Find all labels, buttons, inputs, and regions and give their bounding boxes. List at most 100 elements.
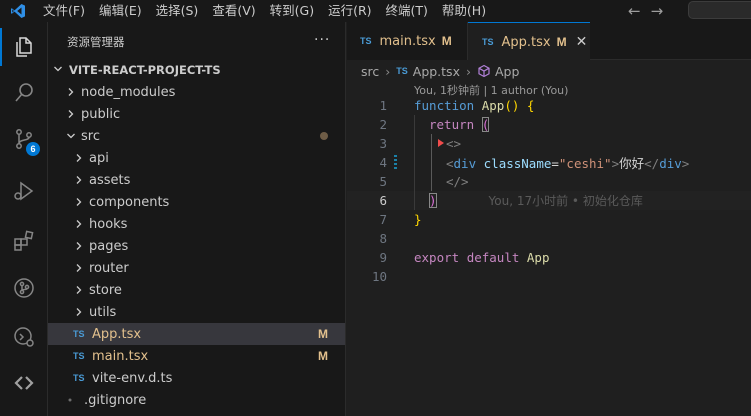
codelens-blame[interactable]: You, 1秒钟前 | 1 author (You) [414,82,568,97]
breadcrumb-symbol[interactable]: App [495,64,519,79]
keyword: export [414,250,460,265]
tree-label: assets [89,172,131,188]
line-number: 4 [379,155,387,170]
function-name: App [481,98,505,113]
menu-item[interactable]: 转到(G) [263,0,321,22]
tree-label: public [81,106,121,122]
tree-label: node_modules [81,84,176,100]
modified-badge: M [556,35,567,49]
inline-blame: You, 17小时前 • 初始化仓库 [488,194,643,208]
file-icon [65,395,81,405]
tag-bracket: > [611,156,620,171]
activity-bar: 6 [0,22,48,416]
code-line[interactable]: 4 <div className="ceshi">你好</div> [347,153,751,172]
run-debug-icon[interactable] [0,168,48,214]
menu-item[interactable]: 文件(F) [36,0,92,22]
search-icon[interactable] [0,70,48,116]
chevron-right-icon [73,263,85,273]
tree-folder[interactable]: store [48,279,345,301]
code-editor[interactable]: You, 1秒钟前 | 1 author (You) 1 function Ap… [347,82,751,416]
tag-name: div [659,156,682,171]
line-number: 10 [371,269,387,284]
project-root[interactable]: VITE-REACT-PROJECT-TS [48,59,345,81]
breadcrumb-file[interactable]: App.tsx [413,64,460,79]
code-line[interactable]: 2 return ( [347,115,751,147]
menu-item[interactable]: 编辑(E) [92,0,149,22]
tree-file[interactable]: TS App.tsx M [48,323,345,345]
tag-name: div [453,156,477,171]
tree-folder[interactable]: public [48,103,345,125]
remote-explorer-icon[interactable] [0,314,48,360]
tree-folder[interactable]: utils [48,301,345,323]
tab-app-tsx[interactable]: TS App.tsx M ✕ [468,22,590,61]
tag-bracket: < [446,156,454,171]
menu-item[interactable]: 选择(S) [149,0,206,22]
tree-folder[interactable]: components [48,191,345,213]
tree-label: src [81,128,100,144]
code-line[interactable]: 10 [347,267,751,286]
line-number: 7 [379,212,387,227]
typescript-file-icon: TS [396,66,408,76]
chevron-right-icon [65,87,77,97]
tree-file[interactable]: TS vite-env.d.ts [48,367,345,389]
code-line[interactable]: 8 [347,229,751,248]
tree-folder[interactable]: assets [48,169,345,191]
modified-badge: M [318,349,328,363]
tree-label: vite-env.d.ts [92,370,173,386]
more-actions-icon[interactable]: ··· [314,32,330,48]
menu-item[interactable]: 帮助(H) [435,0,493,22]
indent-guide [431,134,432,191]
tree-label: hooks [89,216,128,232]
keyword: return [429,117,475,132]
code-line[interactable]: 1 function App() { [347,96,751,115]
close-icon[interactable]: ✕ [576,34,588,50]
navigation-controls: ← → [628,0,663,22]
command-center[interactable] [688,1,751,19]
menu-item[interactable]: 运行(R) [321,0,378,22]
keyword: default [466,250,520,265]
source-control-badge: 6 [26,142,40,156]
chevron-right-icon [73,307,85,317]
forward-arrow-icon[interactable]: → [651,2,664,20]
code-line-current[interactable]: 6 ) You, 17小时前 • 初始化仓库 [347,191,751,210]
code-line[interactable]: 3 <> [347,134,751,153]
code-line[interactable]: 5 </> [347,172,751,191]
source-control-icon[interactable]: 6 [0,116,48,162]
tab-main-tsx[interactable]: TS main.tsx M [347,22,468,60]
chevron-right-icon [73,219,85,229]
indent-guide [414,115,415,210]
menu-item[interactable]: 终端(T) [379,0,435,22]
line-number: 6 [379,193,387,208]
menu-item[interactable]: 查看(V) [205,0,262,22]
tree-folder[interactable]: api [48,147,345,169]
modified-dot-icon [320,132,328,140]
remote-code-icon[interactable] [0,360,48,406]
tree-label: App.tsx [92,326,142,342]
tree-label: api [89,150,109,166]
line-number: 2 [379,117,387,132]
back-arrow-icon[interactable]: ← [628,2,641,20]
breadcrumb-folder[interactable]: src [361,64,379,79]
explorer-icon[interactable] [0,24,48,70]
tree-folder[interactable]: pages [48,235,345,257]
tree-file[interactable]: .gitignore [48,389,345,411]
tree-folder[interactable]: src [48,125,345,147]
typescript-file-icon: TS [482,37,494,47]
chevron-right-icon [65,109,77,119]
tree-folder[interactable]: hooks [48,213,345,235]
code-line[interactable]: 9 export default App [347,248,751,267]
editor-tab-bar: TS main.tsx M TS App.tsx M ✕ [347,22,751,61]
code-line[interactable]: 7 } [347,210,751,229]
tree-label: pages [89,238,129,254]
tree-folder[interactable]: router [48,257,345,279]
modified-badge: M [318,327,328,341]
tree-folder[interactable]: node_modules [48,81,345,103]
tree-file[interactable]: TS main.tsx M [48,345,345,367]
chevron-down-icon [65,131,77,141]
git-graph-icon[interactable] [0,265,48,311]
tree-label: main.tsx [92,348,149,364]
tab-label: App.tsx [501,34,551,50]
fragment-open: <> [446,136,462,151]
tree-label: router [89,260,129,276]
extensions-icon[interactable] [0,218,48,264]
